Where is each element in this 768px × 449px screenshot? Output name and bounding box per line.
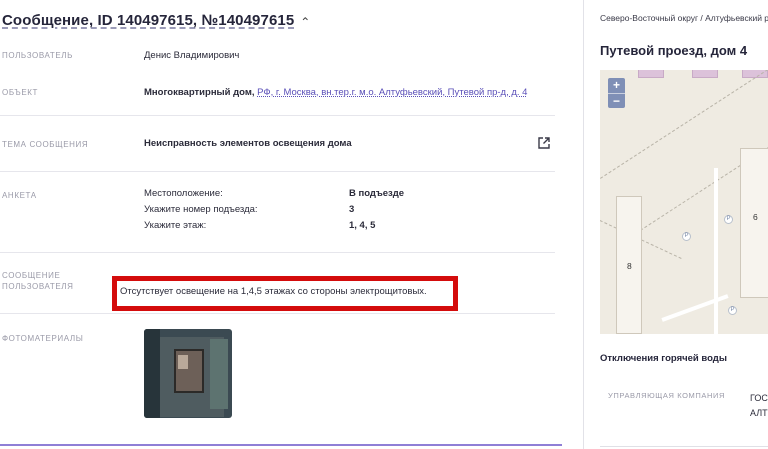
divider	[0, 313, 555, 314]
management-label: УПРАВЛЯЮЩАЯ КОМПАНИЯ	[608, 391, 726, 400]
user-message-text: Отсутствует освещение на 1,4,5 этажах со…	[120, 286, 427, 297]
management-value: ГОСУ АЛТУ	[750, 391, 768, 421]
object-label: ОБЪЕКТ	[2, 88, 39, 97]
message-title[interactable]: Сообщение, ID 140497615, №140497615	[2, 12, 294, 29]
management-value-line: АЛТУ	[750, 408, 768, 418]
highlight-box: Отсутствует освещение на 1,4,5 этажах со…	[112, 276, 458, 311]
user-label: ПОЛЬЗОВАТЕЛЬ	[2, 51, 73, 60]
divider	[0, 115, 555, 116]
parking-icon[interactable]: P	[728, 306, 737, 315]
photo-thumbnail[interactable]	[144, 329, 232, 418]
map-building	[638, 70, 664, 78]
map[interactable]: 8 6 P P P + −	[600, 70, 768, 334]
divider	[0, 252, 555, 253]
bottom-divider	[0, 444, 562, 446]
form-answer: 1, 4, 5	[349, 220, 376, 231]
user-value: Денис Владимирович	[144, 50, 240, 61]
message-header[interactable]: Сообщение, ID 140497615, №140497615 ⌃	[2, 12, 310, 29]
object-type: Многоквартирный дом,	[144, 87, 255, 98]
map-building	[692, 70, 718, 78]
map-building	[740, 148, 768, 298]
topic-label: ТЕМА СООБЩЕНИЯ	[2, 140, 89, 149]
photos-label: ФОТОМАТЕРИАЛЫ	[2, 334, 84, 343]
message-panel: Сообщение, ID 140497615, №140497615 ⌃ ПО…	[0, 0, 584, 449]
divider	[600, 446, 768, 447]
parking-icon[interactable]: P	[724, 215, 733, 224]
form-answer: В подъезде	[349, 188, 405, 199]
form-label: АНКЕТА	[2, 191, 37, 200]
user-message-label: СООБЩЕНИЕ	[2, 271, 61, 280]
building-label: 6	[753, 212, 758, 222]
topic-value: Неисправность элементов освещения дома	[144, 138, 352, 149]
form-question: Укажите номер подъезда:	[144, 204, 258, 215]
form-row: Укажите номер подъезда: 3	[144, 202, 354, 218]
form-question: Укажите этаж:	[144, 220, 207, 231]
external-link-icon[interactable]	[537, 136, 551, 150]
breadcrumb[interactable]: Северо-Восточный округ / Алтуфьевский р	[600, 13, 768, 23]
form-answer: 3	[349, 204, 355, 215]
management-value-line: ГОСУ	[750, 393, 768, 403]
form-row: Укажите этаж: 1, 4, 5	[144, 218, 375, 234]
map-road	[714, 168, 718, 334]
form-row: Местоположение: В подъезде	[144, 186, 404, 202]
chevron-up-icon[interactable]: ⌃	[300, 15, 310, 29]
building-label: 8	[627, 261, 632, 271]
zoom-in-button[interactable]: +	[608, 78, 625, 93]
user-message-label-line2: ПОЛЬЗОВАТЕЛЯ	[2, 282, 74, 291]
parking-icon[interactable]: P	[682, 232, 691, 241]
side-panel: Северо-Восточный округ / Алтуфьевский р …	[584, 0, 768, 449]
zoom-controls: + −	[608, 78, 625, 108]
address-title: Путевой проезд, дом 4	[600, 43, 748, 58]
map-road	[661, 294, 729, 322]
divider	[0, 171, 555, 172]
form-question: Местоположение:	[144, 188, 223, 199]
hot-water-title: Отключения горячей воды	[600, 353, 727, 364]
object-value: Многоквартирный дом, РФ, г. Москва, вн.т…	[144, 86, 527, 100]
zoom-out-button[interactable]: −	[608, 93, 625, 108]
object-address-link[interactable]: РФ, г. Москва, вн.тер.г. м.о. Алтуфьевск…	[257, 87, 527, 98]
